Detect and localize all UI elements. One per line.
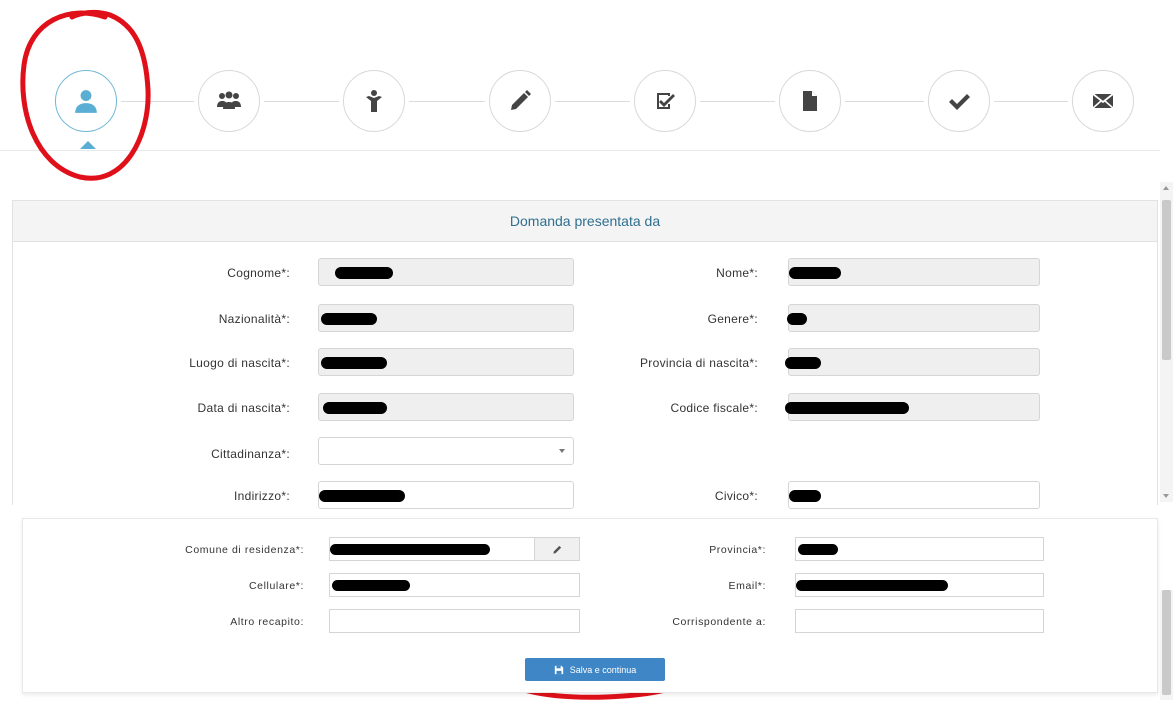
checkmark-icon bbox=[949, 94, 970, 110]
email-field[interactable] bbox=[795, 573, 1044, 597]
genere-field[interactable] bbox=[787, 304, 1040, 332]
civico-label: Civico*: bbox=[714, 489, 758, 503]
step-applicant[interactable] bbox=[55, 70, 117, 132]
floppy-disk-icon bbox=[554, 665, 563, 674]
step-family[interactable] bbox=[198, 70, 260, 132]
data-nascita-label: Data di nascita*: bbox=[197, 401, 290, 415]
redacted-value bbox=[796, 580, 948, 591]
active-step-indicator bbox=[80, 141, 96, 149]
corrispondente-field[interactable] bbox=[795, 609, 1044, 633]
provincia-nascita-field[interactable] bbox=[785, 348, 1040, 376]
redacted-value bbox=[785, 357, 821, 369]
genere-label: Genere*: bbox=[707, 312, 758, 326]
nome-label: Nome*: bbox=[716, 266, 758, 280]
corrispondente-label: Corrispondente a: bbox=[672, 616, 766, 628]
save-button-label: Salva e continua bbox=[569, 664, 637, 675]
redacted-value bbox=[330, 544, 490, 555]
step-document[interactable] bbox=[779, 70, 841, 132]
comune-field[interactable] bbox=[329, 537, 580, 561]
redacted-value bbox=[332, 580, 410, 591]
codice-fiscale-label: Codice fiscale*: bbox=[670, 401, 758, 415]
email-label: Email*: bbox=[728, 580, 766, 592]
provincia-nascita-label: Provincia di nascita*: bbox=[640, 356, 758, 370]
redacted-value bbox=[789, 490, 821, 502]
cittadinanza-label: Cittadinanza*: bbox=[211, 447, 290, 461]
chevron-down-icon bbox=[559, 449, 565, 453]
redacted-value bbox=[321, 313, 377, 325]
redacted-value bbox=[321, 357, 387, 369]
redacted-value bbox=[335, 267, 393, 279]
scroll-down-icon[interactable] bbox=[1163, 494, 1169, 498]
step-edit[interactable] bbox=[489, 70, 551, 132]
redacted-value bbox=[785, 402, 909, 414]
step-child[interactable] bbox=[343, 70, 405, 132]
step-send[interactable] bbox=[1072, 70, 1134, 132]
cellulare-field[interactable] bbox=[329, 573, 580, 597]
child-icon bbox=[366, 90, 382, 112]
cittadinanza-select[interactable] bbox=[318, 437, 574, 465]
redacted-value bbox=[787, 313, 807, 325]
pencil-icon bbox=[511, 90, 531, 110]
scroll-up-icon[interactable] bbox=[1163, 186, 1169, 190]
page-scrollbar[interactable] bbox=[1160, 590, 1173, 700]
panel-scrollbar[interactable] bbox=[1160, 182, 1173, 502]
redacted-value bbox=[798, 544, 838, 555]
envelope-icon bbox=[1092, 93, 1114, 109]
checkbox-icon bbox=[657, 93, 675, 109]
user-icon bbox=[75, 90, 97, 113]
scroll-thumb[interactable] bbox=[1162, 590, 1171, 695]
comune-label: Comune di residenza*: bbox=[185, 544, 304, 556]
redacted-value bbox=[319, 490, 405, 502]
redacted-value bbox=[789, 267, 841, 279]
provincia-field[interactable] bbox=[795, 537, 1044, 561]
nome-field[interactable] bbox=[788, 258, 1040, 286]
redacted-value bbox=[323, 402, 387, 414]
panel-title: Domanda presentata da bbox=[13, 201, 1157, 242]
scroll-thumb[interactable] bbox=[1162, 200, 1171, 360]
cognome-label: Cognome*: bbox=[227, 266, 290, 280]
codice-fiscale-field[interactable] bbox=[785, 393, 1040, 421]
wizard-steps bbox=[0, 0, 1173, 151]
save-continue-button[interactable]: Salva e continua bbox=[525, 658, 665, 681]
provincia-label: Provincia*: bbox=[709, 544, 766, 556]
step-confirm[interactable] bbox=[928, 70, 990, 132]
cellulare-label: Cellulare*: bbox=[248, 580, 304, 592]
wizard-divider bbox=[0, 150, 1160, 151]
altro-recapito-field[interactable] bbox=[329, 609, 580, 633]
altro-recapito-label: Altro recapito: bbox=[230, 616, 304, 628]
document-icon bbox=[803, 91, 817, 111]
nazionalita-label: Nazionalità*: bbox=[218, 312, 290, 326]
group-icon bbox=[217, 91, 241, 109]
indirizzo-label: Indirizzo*: bbox=[234, 489, 290, 503]
step-checklist[interactable] bbox=[634, 70, 696, 132]
luogo-nascita-label: Luogo di nascita*: bbox=[189, 356, 290, 370]
civico-field[interactable] bbox=[788, 481, 1040, 509]
